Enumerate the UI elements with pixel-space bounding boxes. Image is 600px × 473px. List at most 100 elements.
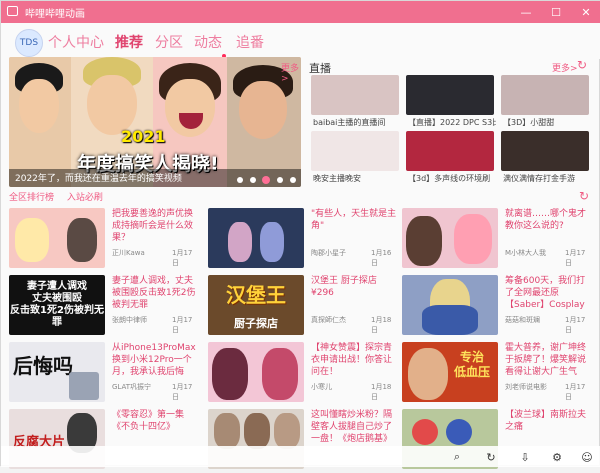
video-thumbnail: [402, 208, 498, 268]
rank-link-must-watch[interactable]: 入站必刷: [67, 193, 103, 203]
recommend-refresh-icon[interactable]: ↻: [579, 189, 589, 203]
video-title: 霍大普养，谢广坤终于扳牌了！爆笑解说看得让谢大广生气升...: [505, 343, 587, 377]
video-title: 《零容忍》第一集《不负十四亿》: [112, 410, 185, 432]
carousel-dot[interactable]: [277, 177, 283, 183]
video-title: 就离谱……哪个鬼才教你这么说的?: [505, 209, 587, 231]
live-refresh-icon[interactable]: ↻: [577, 58, 587, 72]
video-date: 1月17日: [172, 249, 193, 267]
live-thumbnail: [311, 75, 399, 115]
window-title: 哔哩哔哩动画: [25, 9, 85, 20]
tab-dynamics[interactable]: 动态: [194, 32, 222, 52]
video-card[interactable]: 【神女赞震】探宗青衣申请出战！你答让问在！ 小寒儿 1月18日: [208, 342, 398, 406]
banner-person-1: [9, 57, 71, 187]
live-card-title: 晚安主播晚安: [313, 174, 361, 183]
search-icon[interactable]: ⌕: [449, 449, 465, 465]
banner-caption: 2022年了，而我还在重温去年的搞笑视频: [15, 174, 182, 184]
app-window: 哔哩哔哩动画 — ☐ ✕ TDS 个人中心 推荐 分区 动态 追番 2021 年…: [0, 0, 600, 469]
download-icon[interactable]: ⇩: [517, 449, 533, 465]
video-date: 1月18日: [371, 383, 392, 401]
video-card[interactable]: 把我要善逸的声优换成持摘听会是什么效果？ 正川Kawa 1月17日: [9, 208, 199, 272]
video-thumbnail: 专治 低血压: [402, 342, 498, 402]
video-title: 这叫懂瞎炒米粉？隔壁客人拔腿自己炒了一盘！《炮店鹅基》: [311, 410, 393, 444]
live-card-title: 【直播】2022 DPC S3比赛 赛区: [408, 118, 496, 127]
video-title: 妻子遭人调戏，丈夫被围殴反击致1死2伤被判无罪: [112, 276, 196, 310]
live-thumbnail: [501, 75, 589, 115]
video-title: 筹备600天，我们打了全网最还原【Saber】Cosplay: [505, 276, 586, 310]
video-author: 小寒儿: [311, 383, 332, 391]
avatar[interactable]: TDS: [15, 29, 43, 57]
video-thumbnail: 汉堡王 厨子探店: [208, 275, 304, 335]
video-card[interactable]: 后悔吗 从iPhone13ProMax换到小米12Pro一个月，我承认我后悔了，…: [9, 342, 199, 406]
video-title: 汉堡王 厨子探店¥296: [311, 276, 377, 298]
video-card[interactable]: 筹备600天，我们打了全网最还原【Saber】Cosplay 菇菇和斑斓 1月1…: [402, 275, 592, 339]
video-date: 1月18日: [371, 316, 392, 334]
banner-year: 2021: [121, 127, 166, 146]
carousel-dot[interactable]: [290, 177, 296, 183]
thumbnail-text: 专治 低血压: [453, 350, 490, 379]
video-thumbnail: 妻子遭人调戏 丈夫被围殴 反击致1死2伤被判无罪: [9, 275, 105, 335]
video-date: 1月17日: [565, 249, 586, 267]
thumbnail-text: 后悔吗: [13, 354, 73, 378]
live-more-link[interactable]: 更多>: [552, 61, 578, 74]
carousel-dot-active[interactable]: [262, 176, 270, 184]
live-thumbnail: [406, 75, 494, 115]
banner-more-link[interactable]: 更多>: [281, 61, 301, 84]
video-author: 张朗中律师: [112, 316, 147, 324]
video-date: 1月17日: [565, 316, 586, 334]
video-card[interactable]: 就离谱……哪个鬼才教你这么说的? M小林大人我 1月17日: [402, 208, 592, 272]
video-card[interactable]: 专治 低血压 霍大普养，谢广坤终于扳牌了！爆笑解说看得让谢大广生气升... 刘老…: [402, 342, 592, 406]
video-title: 【波兰球】南斯拉夫之痛: [505, 410, 587, 432]
app-icon: [7, 6, 18, 16]
video-card[interactable]: 妻子遭人调戏 丈夫被围殴 反击致1死2伤被判无罪 妻子遭人调戏，丈夫被围殴反击致…: [9, 275, 199, 339]
thumbnail-text: 妻子遭人调戏 丈夫被围殴 反击致1死2伤被判无罪: [10, 281, 104, 328]
tab-categories[interactable]: 分区: [155, 32, 183, 52]
live-card-title: 【3d】多声线の环境刷: [408, 174, 491, 183]
tab-recommend[interactable]: 推荐: [115, 32, 143, 52]
video-thumbnail: [208, 208, 304, 268]
live-thumbnail: [311, 131, 399, 171]
video-author: 真探師仁杰: [311, 316, 346, 324]
bottom-toolbar: ⌕ ↻ ⇩ ⚙ ☺: [1, 446, 600, 467]
refresh-icon[interactable]: ↻: [483, 449, 499, 465]
live-card-title: 满仪满情存打金手游: [503, 174, 575, 183]
minimize-button[interactable]: —: [511, 1, 541, 23]
video-author: 正川Kawa: [112, 249, 145, 257]
carousel-dot[interactable]: [237, 177, 243, 183]
live-thumbnail: [406, 131, 494, 171]
tab-personal-center[interactable]: 个人中心: [48, 32, 104, 52]
video-date: 1月17日: [565, 383, 586, 401]
video-author: M小林大人我: [505, 249, 547, 257]
tab-anime[interactable]: 追番: [236, 32, 264, 52]
banner-carousel[interactable]: 2021 年度搞笑人揭晓! 2022年了，而我还在重温去年的搞笑视频 更多>: [9, 57, 301, 187]
live-card-title: 【3D】小甜甜: [503, 118, 555, 127]
video-card[interactable]: 汉堡王 厨子探店 汉堡王 厨子探店¥296 真探師仁杰 1月18日: [208, 275, 398, 339]
settings-icon[interactable]: ⚙: [549, 449, 565, 465]
video-title: "有些人，天生就是主角": [311, 209, 397, 231]
title-bar: 哔哩哔哩动画 — ☐ ✕: [1, 1, 600, 23]
top-nav: TDS 个人中心 推荐 分区 动态 追番: [1, 23, 600, 59]
video-date: 1月17日: [172, 316, 193, 334]
close-button[interactable]: ✕: [571, 1, 600, 23]
video-card[interactable]: "有些人，天生就是主角" 陶郡小星子 1月16日: [208, 208, 398, 272]
rank-links: 全区排行榜 入站必刷: [9, 190, 113, 203]
video-author: 菇菇和斑斓: [505, 316, 540, 324]
maximize-button[interactable]: ☐: [541, 1, 571, 23]
back-icon[interactable]: ☺: [579, 449, 595, 465]
video-title: 从iPhone13ProMax换到小米12Pro一个月，我承认我后悔了，: [112, 343, 196, 377]
live-section-title: 直播: [309, 62, 331, 75]
video-author: GLAT巩振宁: [112, 383, 152, 391]
carousel-dot[interactable]: [250, 177, 256, 183]
live-card-title: baibai主播的直播间: [313, 118, 386, 127]
video-date: 1月17日: [172, 383, 193, 401]
video-thumbnail: [208, 342, 304, 402]
video-author: 刘老师说电影: [505, 383, 547, 391]
video-date: 1月16日: [371, 249, 392, 267]
video-thumbnail: 后悔吗: [9, 342, 105, 402]
rank-link-all[interactable]: 全区排行榜: [9, 193, 54, 203]
thumbnail-text: 汉堡王: [226, 283, 286, 307]
video-thumbnail: [9, 208, 105, 268]
video-thumbnail: [402, 275, 498, 335]
live-thumbnail: [501, 131, 589, 171]
video-title: 【神女赞震】探宗青衣申请出战！你答让问在！: [311, 343, 393, 377]
video-author: 陶郡小星子: [311, 249, 346, 257]
